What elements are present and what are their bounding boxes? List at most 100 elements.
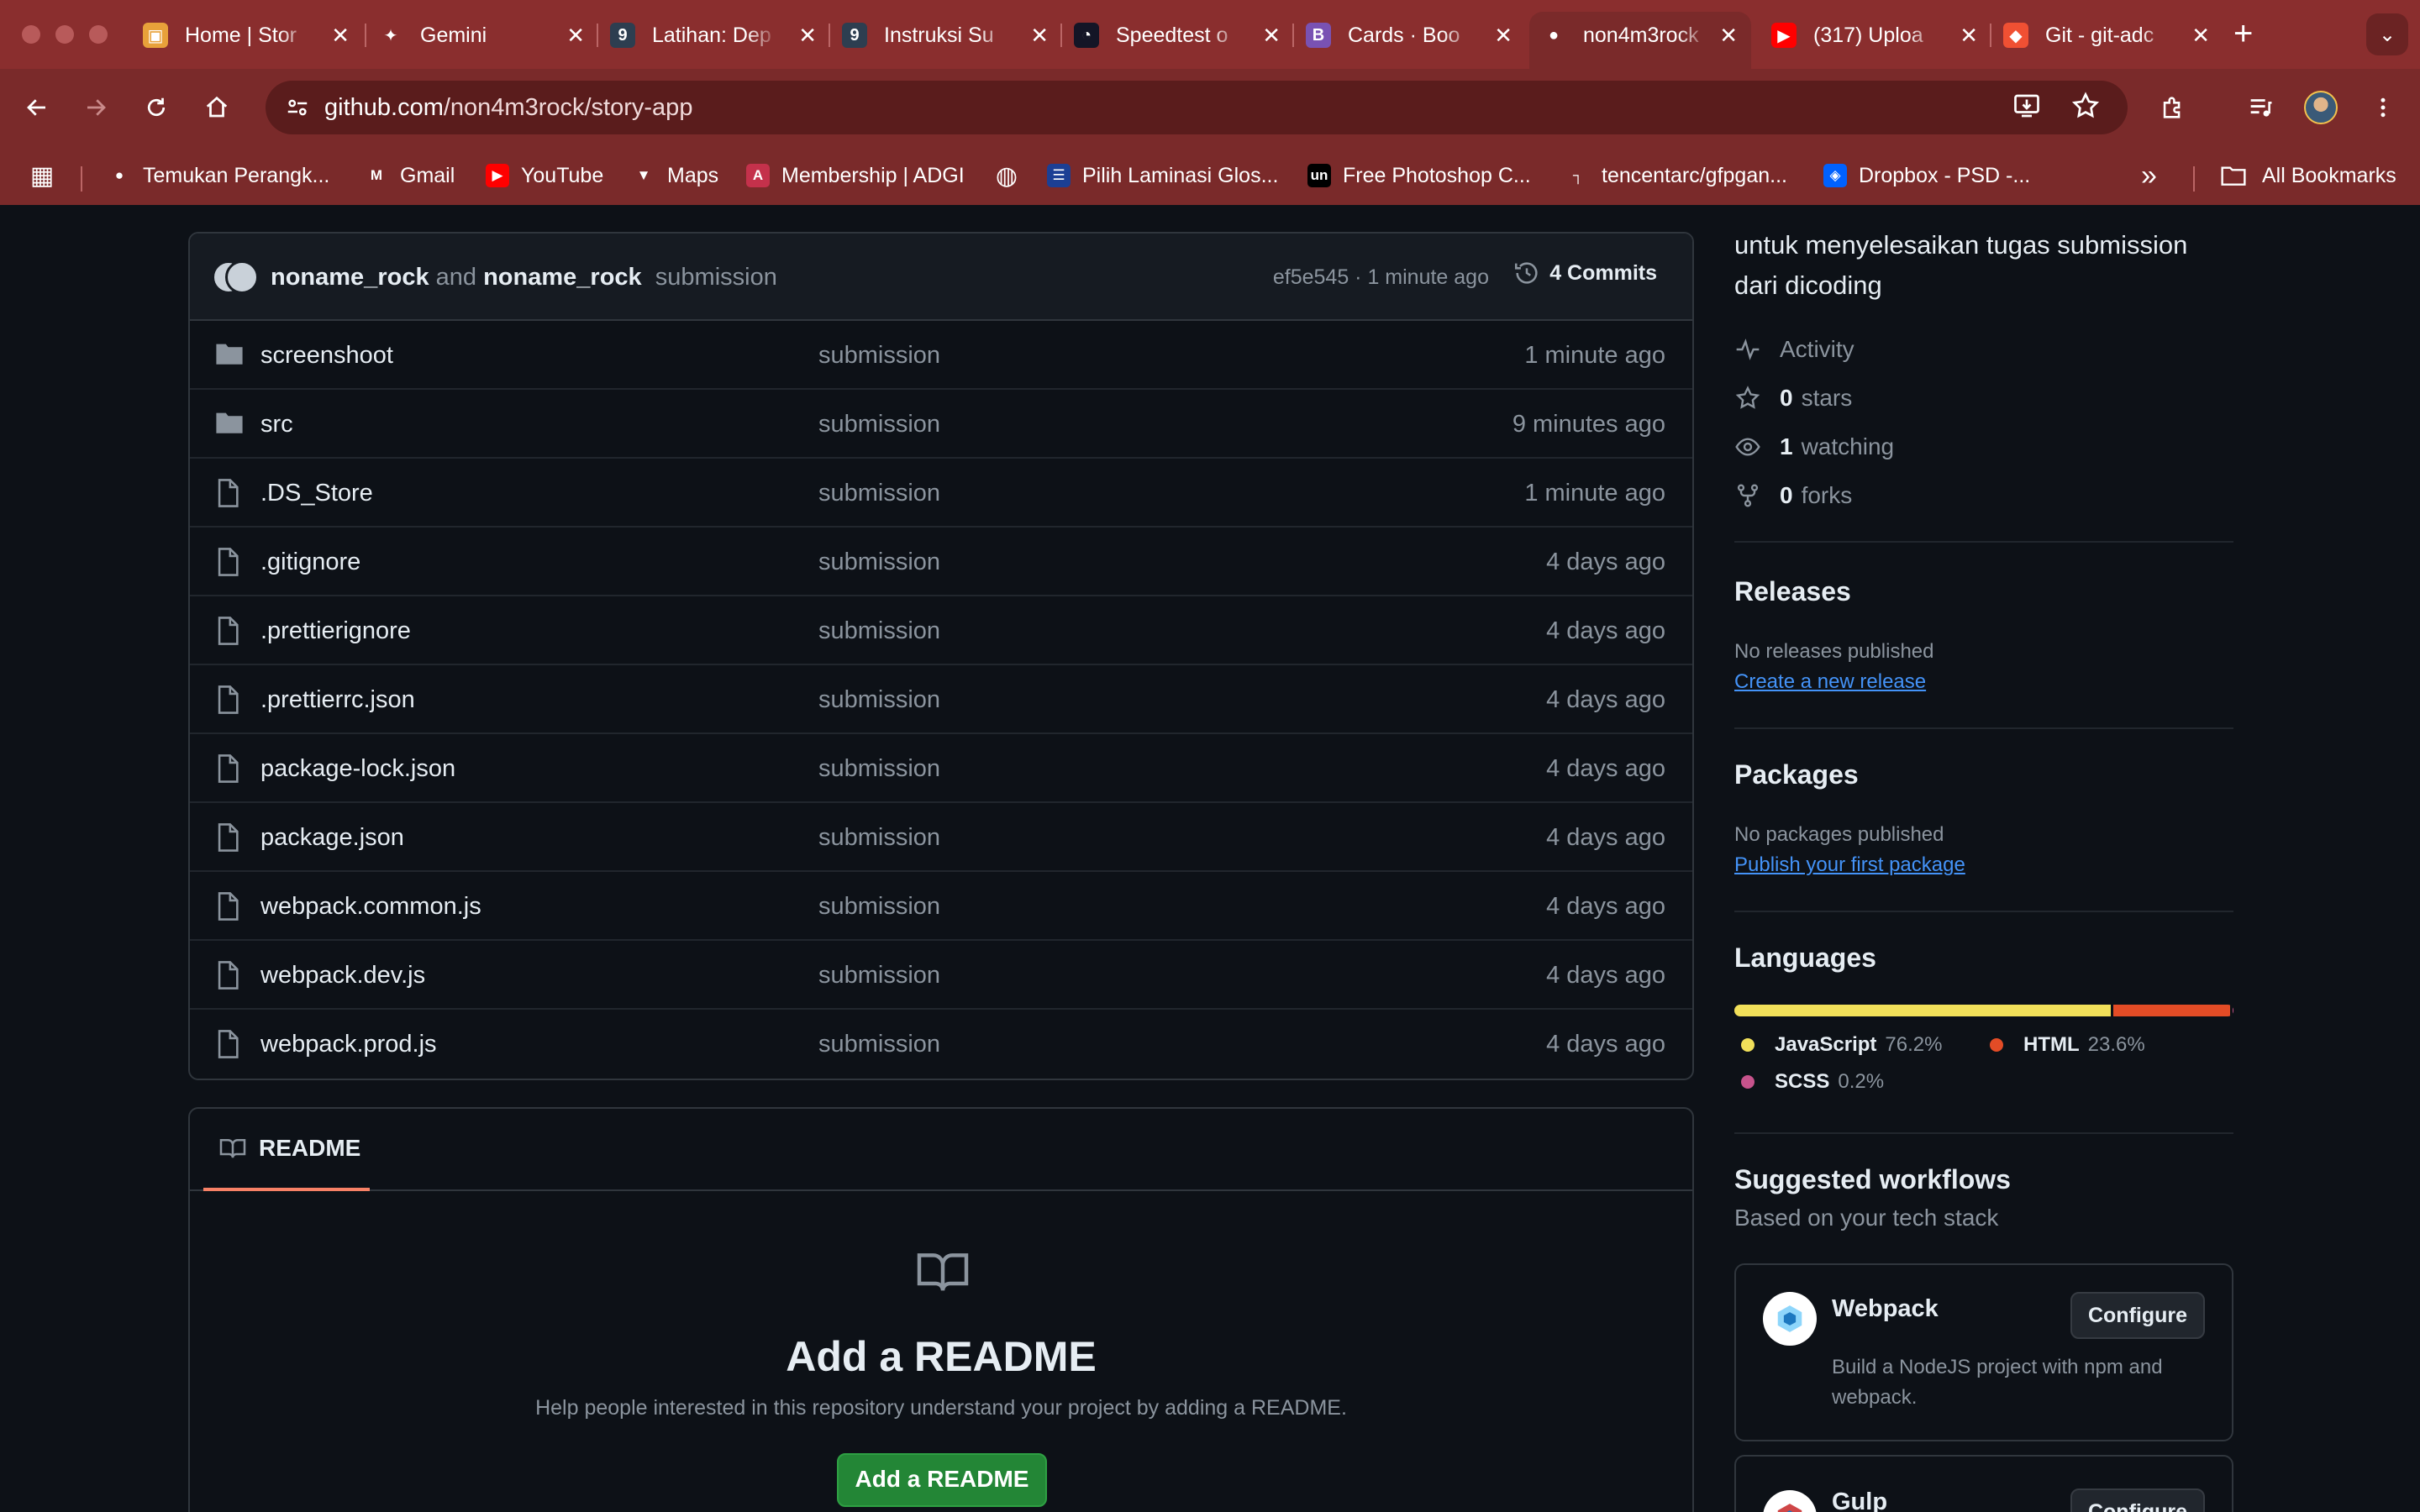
site-settings-icon[interactable] bbox=[282, 92, 313, 123]
address-bar[interactable]: github.com/non4m3rock/story-app bbox=[266, 81, 2128, 134]
file-commit-message-link[interactable]: submission bbox=[818, 962, 940, 990]
create-release-link[interactable]: Create a new release bbox=[1734, 670, 1926, 694]
reload-button[interactable] bbox=[134, 86, 178, 129]
minimize-window-button[interactable] bbox=[55, 25, 74, 44]
extensions-button[interactable] bbox=[2151, 86, 2195, 129]
packages-heading[interactable]: Packages bbox=[1734, 759, 1859, 790]
zoom-window-button[interactable] bbox=[89, 25, 108, 44]
file-commit-message-link[interactable]: submission bbox=[818, 617, 940, 645]
commit-avatars[interactable] bbox=[212, 260, 262, 294]
tab-dicoding[interactable]: 9 Instruksi Su ✕ bbox=[842, 12, 1049, 59]
bookmark-dropbox[interactable]: ◈ Dropbox - PSD -... bbox=[1823, 160, 2030, 192]
file-row[interactable]: .gitignore submission 4 days ago bbox=[190, 528, 1692, 596]
file-row[interactable]: webpack.prod.js submission 4 days ago bbox=[190, 1010, 1692, 1079]
file-name-link[interactable]: webpack.dev.js bbox=[260, 962, 425, 990]
tab-gemini[interactable]: ✦ Gemini ✕ bbox=[378, 12, 585, 59]
close-window-button[interactable] bbox=[22, 25, 40, 44]
tab-storybook[interactable]: ▣ Home | Stor ✕ bbox=[143, 12, 350, 59]
tab-dicoding[interactable]: 9 Latihan: Dep ✕ bbox=[610, 12, 817, 59]
file-commit-message-link[interactable]: submission bbox=[818, 686, 940, 714]
bookmark-gmail[interactable]: M Gmail bbox=[365, 160, 455, 192]
bookmark-google[interactable]: ● Temukan Perangk... bbox=[108, 160, 329, 192]
close-icon[interactable]: ✕ bbox=[1494, 23, 1512, 49]
close-icon[interactable]: ✕ bbox=[2191, 23, 2210, 49]
tab-bootstrap[interactable]: B Cards · Boo ✕ bbox=[1306, 12, 1512, 59]
tab-youtube[interactable]: ▶ (317) Uploa ✕ bbox=[1771, 12, 1978, 59]
bookmark-site[interactable]: ☰ Pilih Laminasi Glos... bbox=[1047, 160, 1278, 192]
file-commit-message-link[interactable]: submission bbox=[818, 411, 940, 438]
bookmark-globe[interactable]: ◍ bbox=[995, 160, 1018, 192]
file-row[interactable]: package.json submission 4 days ago bbox=[190, 803, 1692, 872]
forward-button[interactable] bbox=[74, 86, 118, 129]
configure-button[interactable]: Configure bbox=[2070, 1292, 2205, 1339]
bookmark-star-icon[interactable] bbox=[2070, 91, 2101, 128]
file-commit-message-link[interactable]: submission bbox=[818, 824, 940, 852]
media-controls-button[interactable] bbox=[2238, 86, 2282, 129]
file-name-link[interactable]: package.json bbox=[260, 824, 404, 852]
forks-link[interactable]: 0 forks bbox=[1734, 479, 1852, 512]
file-commit-message-link[interactable]: submission bbox=[818, 893, 940, 921]
profile-button[interactable] bbox=[2299, 86, 2343, 129]
bookmark-unblast[interactable]: un Free Photoshop C... bbox=[1307, 160, 1531, 192]
bookmark-maps[interactable]: ▼ Maps bbox=[632, 160, 719, 192]
file-row[interactable]: package-lock.json submission 4 days ago bbox=[190, 734, 1692, 803]
close-icon[interactable]: ✕ bbox=[1262, 23, 1281, 49]
file-row[interactable]: screenshoot submission 1 minute ago bbox=[190, 321, 1692, 390]
publish-package-link[interactable]: Publish your first package bbox=[1734, 853, 1965, 877]
file-commit-message-link[interactable]: submission bbox=[818, 342, 940, 370]
close-icon[interactable]: ✕ bbox=[331, 23, 350, 49]
back-button[interactable] bbox=[15, 86, 59, 129]
tab-search-button[interactable]: ⌄ bbox=[2366, 13, 2408, 55]
close-icon[interactable]: ✕ bbox=[798, 23, 817, 49]
language-item[interactable]: SCSS 0.2% bbox=[1734, 1068, 1884, 1095]
file-name-link[interactable]: webpack.common.js bbox=[260, 893, 481, 921]
file-name-link[interactable]: .prettierrc.json bbox=[260, 686, 415, 714]
file-name-link[interactable]: webpack.prod.js bbox=[260, 1031, 437, 1058]
more-bookmarks-button[interactable]: » bbox=[2141, 160, 2157, 192]
readme-tab[interactable]: README bbox=[203, 1109, 370, 1191]
file-commit-message-link[interactable]: submission bbox=[818, 1031, 940, 1058]
close-icon[interactable]: ✕ bbox=[566, 23, 585, 49]
close-icon[interactable]: ✕ bbox=[1719, 23, 1738, 49]
file-name-link[interactable]: src bbox=[260, 411, 293, 438]
file-row[interactable]: webpack.dev.js submission 4 days ago bbox=[190, 941, 1692, 1010]
file-name-link[interactable]: .gitignore bbox=[260, 549, 360, 576]
file-row[interactable]: webpack.common.js submission 4 days ago bbox=[190, 872, 1692, 941]
file-commit-message-link[interactable]: submission bbox=[818, 755, 940, 783]
file-commit-message-link[interactable]: submission bbox=[818, 549, 940, 576]
menu-button[interactable] bbox=[2361, 86, 2405, 129]
language-item[interactable]: JavaScript 76.2% bbox=[1734, 1032, 1942, 1058]
bookmark-replicate[interactable]: ┐ tencentarc/gfpgan... bbox=[1566, 160, 1787, 192]
file-row[interactable]: .DS_Store submission 1 minute ago bbox=[190, 459, 1692, 528]
tab-github[interactable]: ● non4m3rock ✕ bbox=[1529, 12, 1751, 69]
bookmark-apps-grid[interactable]: ▦ bbox=[30, 160, 54, 192]
file-name-link[interactable]: screenshoot bbox=[260, 342, 393, 370]
language-item[interactable]: HTML 23.6% bbox=[1983, 1032, 2145, 1058]
file-commit-message-link[interactable]: submission bbox=[818, 480, 940, 507]
file-row[interactable]: .prettierrc.json submission 4 days ago bbox=[190, 665, 1692, 734]
close-icon[interactable]: ✕ bbox=[1960, 23, 1978, 49]
file-name-link[interactable]: package-lock.json bbox=[260, 755, 455, 783]
tab-speedtest[interactable]: ◔ Speedtest o ✕ bbox=[1074, 12, 1281, 59]
bookmark-adgi[interactable]: A Membership | ADGI bbox=[746, 160, 965, 192]
commits-history-link[interactable]: 4 Commits bbox=[1512, 259, 1657, 287]
tab-git[interactable]: ◆ Git - git-adc ✕ bbox=[2003, 12, 2210, 59]
add-readme-button[interactable]: Add a README bbox=[837, 1453, 1047, 1507]
commit-author-link[interactable]: noname_rock bbox=[271, 264, 429, 291]
activity-link[interactable]: Activity bbox=[1734, 333, 1854, 366]
file-row[interactable]: src submission 9 minutes ago bbox=[190, 390, 1692, 459]
stars-link[interactable]: 0 stars bbox=[1734, 381, 1852, 415]
commit-message-link[interactable]: submission bbox=[655, 264, 777, 291]
install-app-icon[interactable] bbox=[2012, 91, 2042, 128]
commit-hash-time[interactable]: ef5e545 · 1 minute ago bbox=[1273, 265, 1489, 290]
file-row[interactable]: .prettierignore submission 4 days ago bbox=[190, 596, 1692, 665]
home-button[interactable] bbox=[195, 86, 239, 129]
file-name-link[interactable]: .prettierignore bbox=[260, 617, 411, 645]
watchers-link[interactable]: 1 watching bbox=[1734, 430, 1894, 464]
all-bookmarks-button[interactable]: All Bookmarks bbox=[2220, 160, 2396, 192]
file-name-link[interactable]: .DS_Store bbox=[260, 480, 373, 507]
close-icon[interactable]: ✕ bbox=[1030, 23, 1049, 49]
new-tab-button[interactable]: + bbox=[2233, 15, 2253, 53]
commit-coauthor-link[interactable]: noname_rock bbox=[483, 264, 642, 291]
bookmark-youtube[interactable]: ▶ YouTube bbox=[486, 160, 603, 192]
